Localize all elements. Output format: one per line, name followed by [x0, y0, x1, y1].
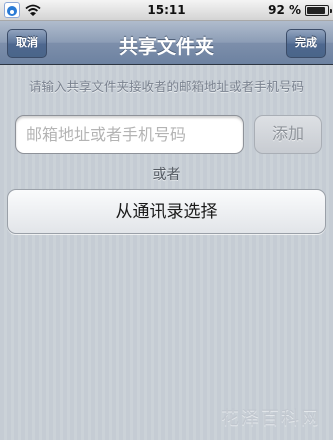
recipient-input[interactable]: [16, 116, 243, 153]
page-title: 共享文件夹: [118, 36, 214, 58]
or-label: 或者: [152, 167, 181, 183]
recipient-input-container[interactable]: [15, 115, 244, 154]
watermark: 花泽百科网: [221, 408, 321, 429]
done-button[interactable]: 完成: [286, 29, 326, 58]
battery-fill: [307, 6, 326, 14]
select-from-contacts-button[interactable]: 从通讯录选择: [7, 189, 326, 234]
nav-bar: 取消 共享文件夹 完成: [0, 21, 333, 65]
add-button[interactable]: 添加: [254, 115, 322, 154]
instruction-text: 请输入共享文件夹接收者的邮箱地址或者手机号码: [28, 79, 304, 94]
battery-icon: [305, 4, 332, 16]
status-bar: 15:11 92 %: [0, 0, 333, 21]
battery-percent: 92 %: [268, 3, 301, 17]
status-right: 92 %: [268, 3, 332, 17]
